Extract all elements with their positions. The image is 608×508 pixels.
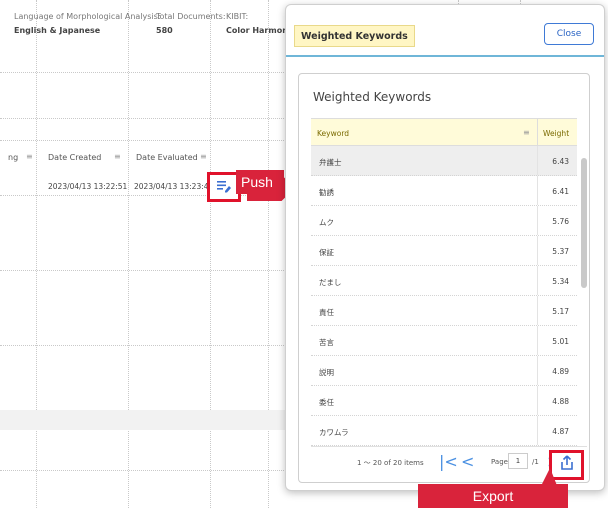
column-menu-icon[interactable]: ≡: [26, 152, 33, 161]
close-button[interactable]: Close: [544, 23, 594, 45]
cell-date-evaluated: 2023/04/13 13:23:47: [134, 182, 214, 191]
keyword-cell: ムク: [319, 218, 334, 227]
export-share-icon: [559, 455, 575, 475]
grid-line: [0, 140, 290, 141]
grid-line: [0, 345, 290, 346]
vertical-scrollbar[interactable]: [581, 148, 587, 448]
row-separator: [537, 296, 538, 325]
keyword-row[interactable]: 保証 5.37: [311, 236, 577, 266]
column-menu-icon[interactable]: ≡: [114, 152, 121, 161]
grid-line: [128, 0, 129, 508]
column-header-date-created[interactable]: Date Created: [48, 153, 101, 162]
push-callout-box: Push: [236, 170, 284, 194]
keyword-row[interactable]: 弁護士 6.43: [311, 146, 577, 176]
info-value-language: English & Japanese: [14, 26, 101, 35]
keyword-cell: 勧誘: [319, 188, 334, 197]
weight-cell: 6.41: [552, 187, 569, 196]
page-number-input[interactable]: 1: [508, 453, 528, 469]
keyword-row[interactable]: だまし 5.34: [311, 266, 577, 296]
pagination-range: 1 ～ 20 of 20 items: [357, 459, 424, 467]
keyword-row[interactable]: 責任 5.17: [311, 296, 577, 326]
grid-line: [268, 0, 269, 508]
keyword-row[interactable]: ムク 5.76: [311, 206, 577, 236]
dialog-divider: [286, 55, 604, 57]
row-separator: [537, 386, 538, 415]
scrollbar-thumb[interactable]: [581, 158, 587, 288]
row-separator: [537, 266, 538, 295]
info-label-kibit: KIBIT:: [226, 12, 249, 21]
export-callout-pointer: [540, 468, 558, 488]
grid-line: [0, 72, 290, 73]
info-label-total-documents: Total Documents:: [156, 12, 226, 21]
info-value-total-documents: 580: [156, 26, 173, 35]
keyword-row[interactable]: 勧誘 6.41: [311, 176, 577, 206]
keyword-row[interactable]: 説明 4.89: [311, 356, 577, 386]
weight-cell: 5.76: [552, 217, 569, 226]
keyword-cell: 保証: [319, 248, 334, 257]
weight-cell: 4.87: [552, 427, 569, 436]
keyword-cell: 説明: [319, 368, 334, 377]
weight-cell: 6.43: [552, 157, 569, 166]
info-value-kibit: Color Harmon: [226, 26, 288, 35]
previous-page-icon[interactable]: <: [461, 452, 474, 471]
row-separator: [537, 206, 538, 235]
keyword-cell: 責任: [319, 308, 334, 317]
keyword-cell: 苦言: [319, 338, 334, 347]
keyword-row[interactable]: カワムラ 4.87: [311, 416, 577, 446]
weighted-keywords-panel: Weighted Keywords Keyword ≡ Weight 弁護士 6…: [298, 73, 590, 483]
grid-line: [210, 0, 211, 508]
keyword-cell: カワムラ: [319, 428, 349, 437]
row-separator: [537, 326, 538, 355]
weight-cell: 5.01: [552, 337, 569, 346]
info-label-language: Language of Morphological Analysis:: [14, 12, 161, 21]
keyword-cell: 委任: [319, 398, 334, 407]
keyword-cell: 弁護士: [319, 158, 342, 167]
weighted-keywords-dialog: Weighted Keywords Close Weighted Keyword…: [285, 4, 605, 491]
panel-title: Weighted Keywords: [313, 90, 432, 104]
column-menu-icon[interactable]: ≡: [523, 128, 530, 137]
export-callout-label: Export: [472, 488, 514, 504]
column-header-keyword[interactable]: Keyword: [317, 129, 349, 138]
cell-date-created: 2023/04/13 13:22:51: [48, 182, 128, 191]
grid-line: [36, 0, 37, 508]
column-separator: [537, 119, 538, 145]
weight-cell: 4.89: [552, 367, 569, 376]
column-header-date-evaluated[interactable]: Date Evaluated: [136, 153, 198, 162]
row-separator: [537, 146, 538, 175]
row-separator: [537, 356, 538, 385]
column-header-ng[interactable]: ng: [8, 153, 18, 162]
weight-cell: 5.17: [552, 307, 569, 316]
weight-cell: 5.37: [552, 247, 569, 256]
grid-line: [0, 195, 290, 196]
grid-line: [0, 470, 290, 471]
first-page-icon[interactable]: |<: [439, 452, 458, 471]
column-menu-icon[interactable]: ≡: [200, 152, 207, 161]
keyword-row[interactable]: 苦言 5.01: [311, 326, 577, 356]
grid-line: [0, 270, 290, 271]
page-label: Page: [491, 458, 508, 466]
row-separator: [537, 176, 538, 205]
dialog-title: Weighted Keywords: [294, 25, 415, 47]
keyword-row[interactable]: 委任 4.88: [311, 386, 577, 416]
push-callout-text: Push: [241, 174, 273, 190]
table-row: [0, 410, 290, 430]
column-header-weight[interactable]: Weight: [543, 129, 569, 138]
keyword-table-header: Keyword ≡ Weight: [311, 118, 577, 146]
row-separator: [537, 416, 538, 445]
weight-cell: 4.88: [552, 397, 569, 406]
grid-line: [0, 118, 290, 119]
edit-list-icon: [216, 178, 232, 197]
weight-cell: 5.34: [552, 277, 569, 286]
row-separator: [537, 236, 538, 265]
keyword-cell: だまし: [319, 278, 342, 287]
